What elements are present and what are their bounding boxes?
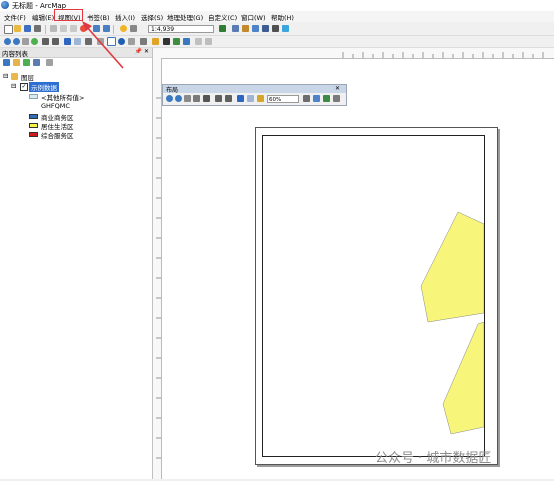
hyperlink-icon[interactable] — [128, 38, 135, 45]
options-icon[interactable] — [46, 59, 53, 66]
menu-selection[interactable]: 选择(S) — [141, 12, 163, 22]
add-data-dropdown-icon[interactable] — [130, 25, 137, 32]
change-layout-icon[interactable] — [313, 95, 320, 102]
back-icon[interactable] — [64, 38, 71, 45]
menu-windows[interactable]: 窗口(W) — [241, 12, 266, 22]
zoom-whole-page-icon[interactable] — [193, 95, 200, 102]
separator — [45, 25, 46, 34]
map-polygons — [420, 211, 485, 435]
zoom-in-icon[interactable] — [4, 38, 11, 45]
measure-icon[interactable] — [152, 38, 159, 45]
close-icon[interactable]: ✕ — [335, 85, 340, 92]
layout-toolbar-header: 布局 ✕ — [163, 85, 346, 94]
list-by-drawing-order-icon[interactable] — [3, 59, 10, 66]
layout-zoom-combo[interactable]: 60% — [267, 95, 299, 103]
copy-icon[interactable] — [60, 25, 67, 32]
fixed-zoom-out-icon[interactable] — [52, 38, 59, 45]
find-icon[interactable] — [163, 38, 170, 45]
vertical-ruler — [153, 58, 162, 479]
go-to-xy-icon[interactable] — [183, 38, 190, 45]
dataframe-layer-label[interactable]: 示例数据 — [29, 82, 59, 92]
layout-zoom-in-icon[interactable] — [166, 95, 173, 102]
create-viewer-icon[interactable] — [205, 38, 212, 45]
layers-root-label[interactable]: 图层 — [21, 72, 34, 82]
model-builder-icon[interactable] — [282, 25, 289, 32]
menu-file[interactable]: 文件(F) — [4, 12, 26, 22]
menu-geoprocessing[interactable]: 地理处理(G) — [167, 12, 203, 22]
toc-window-icon[interactable] — [232, 25, 239, 32]
list-by-selection-icon[interactable] — [33, 59, 40, 66]
fixed-zoom-in-icon[interactable] — [42, 38, 49, 45]
html-popup-icon[interactable] — [140, 38, 147, 45]
renderer-field-label: GHFQMC — [41, 102, 70, 110]
python-window-icon[interactable] — [272, 25, 279, 32]
menu-edit[interactable]: 编辑(E) — [32, 12, 54, 22]
toc-header: 内容列表 📌 ✕ — [0, 48, 152, 58]
time-slider-icon[interactable] — [195, 38, 202, 45]
find-route-icon[interactable] — [173, 38, 180, 45]
focus-data-frame-icon[interactable] — [303, 95, 310, 102]
toc-pin-close-icon[interactable]: 📌 ✕ — [135, 48, 149, 55]
layout-fixed-zoom-in-icon[interactable] — [215, 95, 222, 102]
toc-toolbar — [0, 58, 152, 68]
open-icon[interactable] — [14, 25, 21, 32]
cut-icon[interactable] — [50, 25, 57, 32]
collapse-toggle-icon[interactable]: ⊟ — [11, 82, 16, 90]
zoom-out-icon[interactable] — [13, 38, 20, 45]
save-icon[interactable] — [24, 25, 31, 32]
residential-polygon[interactable] — [420, 211, 485, 323]
layout-pan-icon[interactable] — [184, 95, 191, 102]
legend-swatch-services — [29, 132, 38, 137]
collapse-toggle-icon[interactable]: ⊟ — [3, 72, 8, 80]
list-by-source-icon[interactable] — [13, 59, 20, 66]
toggle-draft-mode-icon[interactable] — [257, 95, 264, 102]
print-icon[interactable] — [34, 25, 41, 32]
other-values-label: <其他所有值> — [41, 94, 85, 102]
paste-icon[interactable] — [70, 25, 77, 32]
data-driven-pages-icon[interactable] — [323, 95, 330, 102]
watermark: 公众号 · 城市数据匠 — [375, 451, 492, 466]
title-bar: 无标题 - ArcMap — [0, 0, 554, 11]
legend-swatch-residential — [29, 123, 38, 128]
visibility-checkbox[interactable]: ✓ — [20, 83, 28, 91]
horizontal-ruler-ticks — [342, 52, 544, 58]
toc-title: 内容列表 — [2, 50, 28, 58]
arctoolbox-icon[interactable] — [262, 25, 269, 32]
residential-polygon[interactable] — [442, 321, 485, 435]
full-extent-icon[interactable] — [31, 38, 38, 45]
new-document-icon[interactable] — [4, 25, 13, 34]
catalog-window-icon[interactable] — [242, 25, 249, 32]
zoom-100-icon[interactable] — [203, 95, 210, 102]
pan-icon[interactable] — [22, 38, 29, 45]
layout-forward-icon[interactable] — [247, 95, 254, 102]
layout-back-icon[interactable] — [237, 95, 244, 102]
other-values-swatch — [29, 94, 38, 99]
map-scale-combo[interactable]: 1:4,939 — [148, 25, 214, 33]
search-window-icon[interactable] — [252, 25, 259, 32]
horizontal-ruler — [153, 48, 554, 59]
table-of-contents-panel: 内容列表 📌 ✕ ⊟ 图层 ⊟ ✓ 示例数据 <其他所有值> GHFQMC 商业… — [0, 48, 153, 479]
layout-fixed-zoom-out-icon[interactable] — [225, 95, 232, 102]
layout-zoom-out-icon[interactable] — [175, 95, 182, 102]
menu-help[interactable]: 帮助(H) — [271, 12, 294, 22]
data-frame[interactable] — [262, 135, 485, 457]
layout-toolbar-title: 布局 — [166, 87, 179, 94]
vertical-ruler-ticks — [156, 97, 161, 459]
layers-folder-icon — [11, 73, 18, 80]
arcmap-icon — [1, 1, 9, 9]
legend-label-services: 综合服务区 — [41, 132, 74, 140]
red-annotation-arrow — [82, 21, 124, 69]
layout-options-icon[interactable] — [333, 95, 340, 102]
list-by-visibility-icon[interactable] — [23, 59, 30, 66]
layout-toolbar: 布局 ✕ 60% — [162, 84, 347, 106]
legend-swatch-commercial — [29, 114, 38, 119]
editor-toolbar-icon[interactable] — [219, 25, 226, 32]
menu-customize[interactable]: 自定义(C) — [208, 12, 237, 22]
